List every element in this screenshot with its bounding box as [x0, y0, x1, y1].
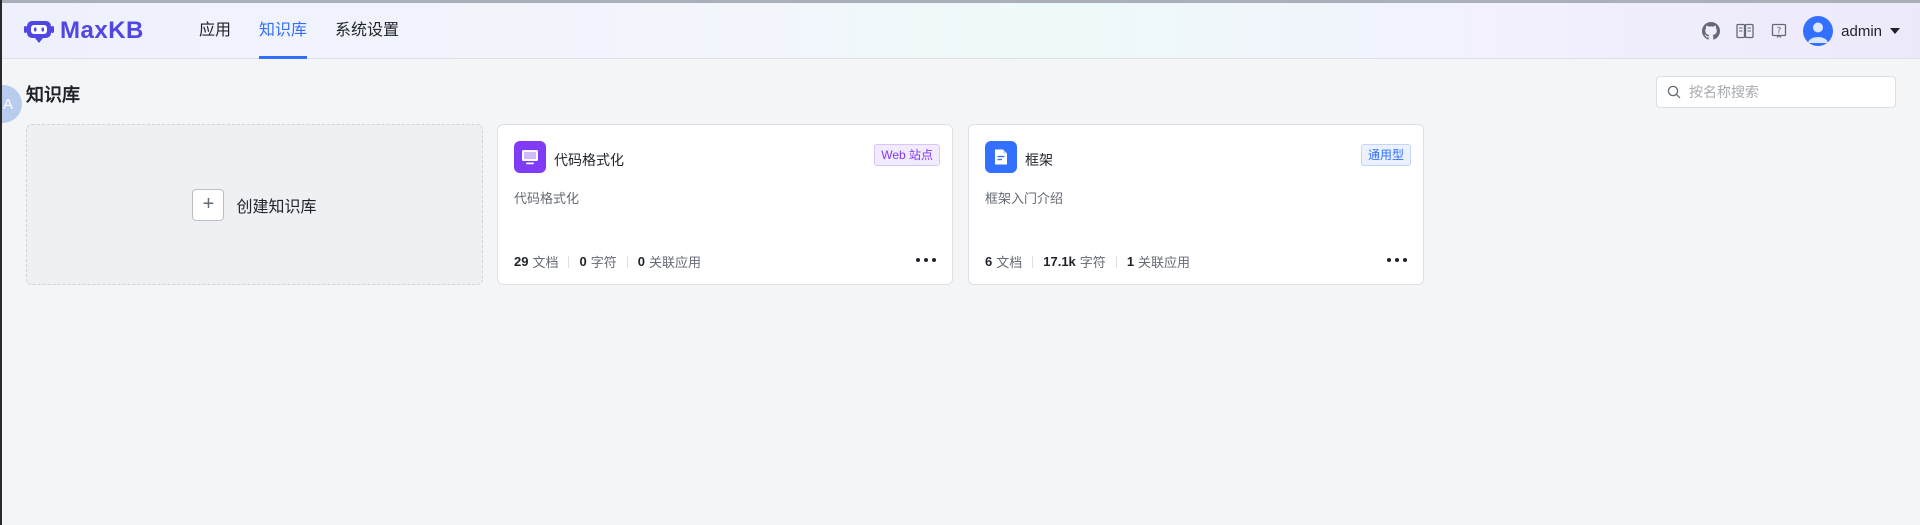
help-icon[interactable]: ?	[1769, 21, 1789, 41]
knowledge-type-tag: 通用型	[1360, 144, 1411, 166]
document-icon	[985, 141, 1017, 173]
doc-count-label: 文档	[532, 255, 559, 270]
divider	[626, 255, 628, 268]
divider	[1115, 255, 1117, 268]
username[interactable]: admin	[1841, 23, 1882, 40]
more-options-icon[interactable]	[1387, 252, 1407, 268]
svg-text:?: ?	[1777, 27, 1782, 37]
logo-text: MaxKB	[60, 17, 144, 44]
logo[interactable]: MaxKB	[24, 17, 144, 45]
app-count-label: 关联应用	[648, 255, 701, 270]
knowledge-description: 框架入门介绍	[985, 191, 1064, 206]
app-count: 0	[637, 254, 645, 269]
doc-count-label: 文档	[996, 255, 1023, 270]
book-icon[interactable]	[1735, 21, 1755, 41]
nav-item-settings[interactable]: 系统设置	[335, 3, 399, 59]
top-header: MaxKB 应用 知识库 系统设置 ? admin	[0, 3, 1920, 59]
main-nav: 应用 知识库 系统设置	[199, 3, 427, 59]
window-left-border	[0, 0, 2, 525]
search-input[interactable]	[1689, 84, 1889, 100]
create-knowledge-card[interactable]: + 创建知识库	[26, 124, 483, 285]
floating-avatar-bubble[interactable]: A	[0, 85, 22, 123]
plus-icon: +	[192, 188, 225, 221]
knowledge-type-tag: Web 站点	[874, 144, 940, 166]
char-count-label: 字符	[1079, 255, 1106, 270]
robot-logo-icon	[24, 21, 54, 43]
app-count: 1	[1126, 254, 1135, 269]
knowledge-name: 代码格式化	[554, 152, 624, 168]
create-knowledge-label: 创建知识库	[236, 198, 317, 216]
chevron-down-icon[interactable]	[1890, 28, 1900, 34]
knowledge-description: 代码格式化	[514, 191, 580, 206]
search-box	[1656, 76, 1896, 108]
knowledge-stats: 29 文档 0 字符 0 关联应用	[514, 252, 701, 271]
more-options-icon[interactable]	[916, 252, 936, 268]
user-icon	[1808, 22, 1829, 43]
doc-count: 29	[514, 254, 529, 269]
knowledge-name: 框架	[1025, 152, 1053, 168]
knowledge-card[interactable]: 代码格式化 Web 站点 代码格式化 29 文档 0 字符 0 关联应用	[497, 124, 953, 285]
char-count: 17.1k	[1043, 254, 1076, 269]
header-actions: ? admin	[1687, 3, 1900, 59]
nav-item-knowledge[interactable]: 知识库	[259, 3, 308, 59]
nav-item-apps[interactable]: 应用	[199, 3, 231, 59]
char-count-label: 字符	[590, 255, 617, 270]
divider	[568, 255, 570, 268]
app-count-label: 关联应用	[1138, 255, 1191, 270]
knowledge-stats: 6 文档 17.1k 字符 1 关联应用	[985, 252, 1190, 271]
knowledge-card[interactable]: 框架 通用型 框架入门介绍 6 文档 17.1k 字符 1 关联应用	[968, 124, 1424, 285]
divider	[1032, 255, 1034, 268]
web-site-icon	[514, 141, 546, 173]
page-title: 知识库	[26, 85, 80, 105]
github-icon[interactable]	[1701, 21, 1721, 41]
search-icon	[1667, 85, 1681, 99]
doc-count: 6	[985, 254, 993, 269]
user-avatar[interactable]	[1803, 16, 1834, 46]
char-count: 0	[579, 254, 587, 269]
